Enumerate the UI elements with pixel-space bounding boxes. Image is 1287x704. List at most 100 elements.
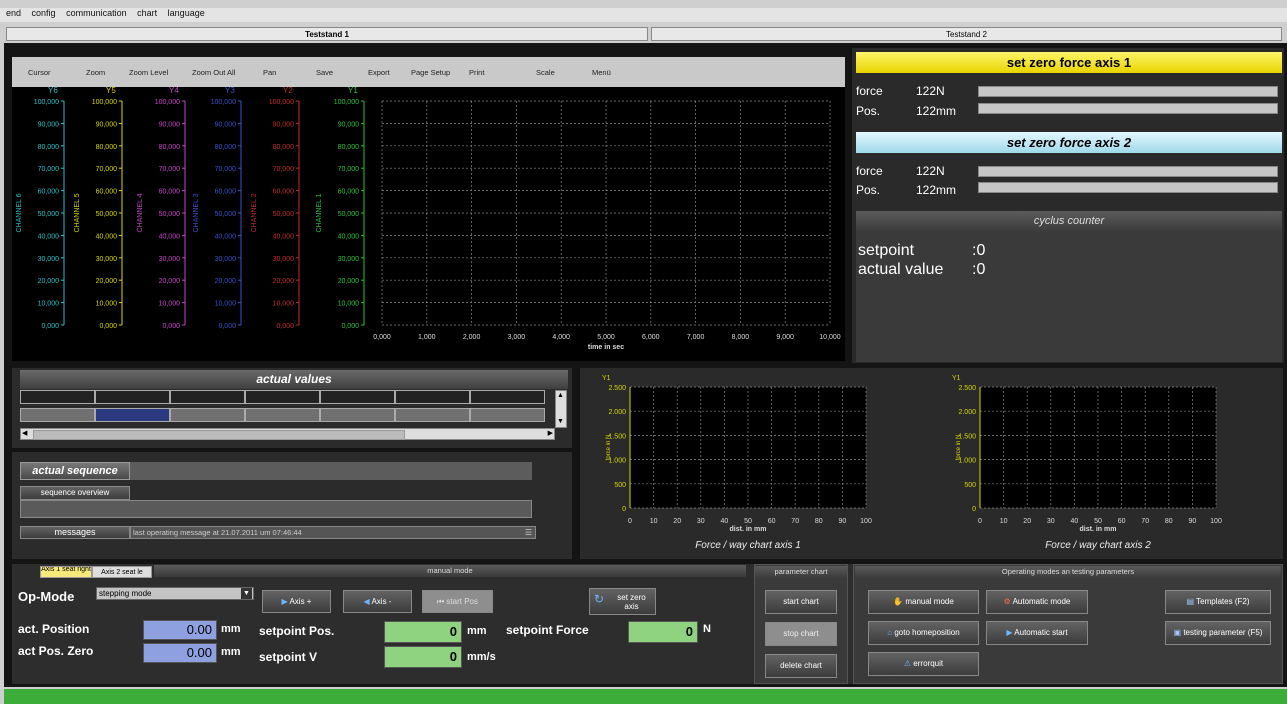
fw-x-tick-label: 0 xyxy=(628,518,632,525)
manual-mode-button[interactable]: ✋ manual mode xyxy=(868,590,979,614)
manual-mode-label: manual mode xyxy=(905,597,954,606)
act-position-unit: mm xyxy=(221,623,241,635)
grid-cell[interactable] xyxy=(470,390,545,404)
sequence-overview-button[interactable]: sequence overview xyxy=(20,486,130,500)
toolbar-export[interactable]: Export xyxy=(368,68,390,77)
scroll-up-icon[interactable]: ▲ xyxy=(557,392,564,400)
grid-cell[interactable] xyxy=(20,408,95,422)
grid-cell[interactable] xyxy=(245,408,320,422)
stop-chart-button[interactable]: stop chart xyxy=(765,622,837,646)
scroll-down-icon[interactable]: ▼ xyxy=(557,418,564,426)
automatic-start-button[interactable]: ▶ Automatic start xyxy=(986,621,1088,645)
messages-button[interactable]: messages xyxy=(20,526,130,539)
toolbar-page-setup[interactable]: Page Setup xyxy=(411,68,450,77)
grid-cell[interactable] xyxy=(245,390,320,404)
goto-homeposition-button[interactable]: ⌂ goto homeposition xyxy=(868,621,979,645)
setpoint-value: :0 xyxy=(972,242,986,259)
channel-label: CHANNEL 3 xyxy=(193,193,200,232)
force-way-chart-2[interactable]: Y1 2.500 2.000 1.500 1.000 500 0 0 10 20 30 40 50 60 7… xyxy=(930,368,1280,559)
menu-end[interactable]: end xyxy=(6,8,21,18)
toolbar-save[interactable]: Save xyxy=(316,68,333,77)
scroll-right-icon[interactable]: ▶ xyxy=(548,429,553,439)
channel-label: CHANNEL 1 xyxy=(316,193,323,232)
grid-cell[interactable] xyxy=(170,408,245,422)
y-tick-label: 40,000 xyxy=(273,233,295,240)
toolbar-zoom-out-all[interactable]: Zoom Out All xyxy=(192,68,235,77)
y-tick-label: 80,000 xyxy=(96,144,118,151)
tab-teststand-2[interactable]: Teststand 2 xyxy=(651,27,1282,41)
set-zero-axis-button[interactable]: ↻ set zero axis xyxy=(589,588,656,615)
grid-cell[interactable] xyxy=(20,390,95,404)
y-tick-label: 0,000 xyxy=(162,323,180,330)
scroll-left-icon[interactable]: ◀ xyxy=(22,429,27,439)
grid-cell[interactable] xyxy=(320,390,395,404)
grid-cell-selected[interactable] xyxy=(95,408,170,422)
fw-y-axis-title: force in N xyxy=(606,435,612,461)
list-icon[interactable]: ☰ xyxy=(525,527,532,538)
set-zero-force-axis-2-button[interactable]: set zero force axis 2 xyxy=(856,132,1282,153)
x-tick-label: 1,000 xyxy=(418,334,436,341)
start-pos-button[interactable]: ⏮ start Pos xyxy=(422,590,493,613)
scroll-thumb[interactable] xyxy=(33,430,405,440)
actual-values-header: actual values xyxy=(20,370,568,389)
y-tick-label: 90,000 xyxy=(338,121,360,128)
fw-y-tick-label: 500 xyxy=(964,482,976,489)
menu-language[interactable]: language xyxy=(168,8,205,18)
grid-cell[interactable] xyxy=(95,390,170,404)
menu-communication[interactable]: communication xyxy=(66,8,127,18)
y-tick-label: 90,000 xyxy=(38,121,60,128)
toolbar-scale[interactable]: Scale xyxy=(536,68,555,77)
fw-x-tick-label: 30 xyxy=(1047,518,1055,525)
y-tick-label: 40,000 xyxy=(159,233,181,240)
grid-cell[interactable] xyxy=(470,408,545,422)
start-chart-button[interactable]: start chart xyxy=(765,590,837,614)
toolbar-menu[interactable]: Menü xyxy=(592,68,611,77)
setpoint-force-input[interactable]: 0 xyxy=(628,621,698,643)
toolbar-cursor[interactable]: Cursor xyxy=(28,68,51,77)
vertical-scrollbar[interactable]: ▲ ▼ xyxy=(555,390,567,428)
axis-minus-button[interactable]: ◀ Axis - xyxy=(343,590,412,613)
tab-axis-1[interactable]: Axis 1 seat right xyxy=(40,566,92,578)
horizontal-scrollbar[interactable]: ◀ ▶ xyxy=(20,428,555,440)
axis-y1-label: Y1 xyxy=(348,87,358,95)
toolbar-pan[interactable]: Pan xyxy=(263,68,276,77)
toolbar-zoom[interactable]: Zoom xyxy=(86,68,105,77)
menu-chart[interactable]: chart xyxy=(137,8,157,18)
axis-plus-button[interactable]: ▶ Axis + xyxy=(262,590,331,613)
tab-teststand-1[interactable]: Teststand 1 xyxy=(6,27,648,41)
grid-cell[interactable] xyxy=(395,390,470,404)
y-tick-label: 20,000 xyxy=(38,278,60,285)
grid-cell[interactable] xyxy=(320,408,395,422)
grid-cell[interactable] xyxy=(395,408,470,422)
automatic-mode-button[interactable]: ⚙ Automatic mode xyxy=(986,590,1088,614)
goto-homeposition-label: goto homeposition xyxy=(894,628,960,637)
errorquit-button[interactable]: ⚠ errorquit xyxy=(868,652,979,676)
axis2-force-bar xyxy=(978,166,1278,177)
set-zero-force-axis-1-button[interactable]: set zero force axis 1 xyxy=(856,52,1282,73)
y-tick-label: 10,000 xyxy=(159,301,181,308)
y-tick-label: 50,000 xyxy=(215,211,237,218)
menu-config[interactable]: config xyxy=(32,8,56,18)
axis-y4-label: Y4 xyxy=(169,87,179,95)
main-chart[interactable]: Y6 100,000 90,000 80,000 70,000 60,000 50,000 4… xyxy=(12,86,845,361)
start-pos-label: start Pos xyxy=(446,597,478,606)
fw-x-tick-label: 60 xyxy=(1118,518,1126,525)
setpoint-v-input[interactable]: 0 xyxy=(384,646,462,668)
y-tick-label: 30,000 xyxy=(159,256,181,263)
y-tick-label: 60,000 xyxy=(159,189,181,196)
y-tick-label: 40,000 xyxy=(338,233,360,240)
toolbar-print[interactable]: Print xyxy=(469,68,484,77)
x-tick-label: 5,000 xyxy=(597,334,615,341)
grid-cell[interactable] xyxy=(170,390,245,404)
setpoint-pos-input[interactable]: 0 xyxy=(384,621,462,643)
y-tick-label: 40,000 xyxy=(215,233,237,240)
delete-chart-button[interactable]: delete chart xyxy=(765,654,837,678)
setpoint-pos-label: setpoint Pos. xyxy=(259,624,335,638)
tab-axis-2[interactable]: Axis 2 seat le xyxy=(92,566,152,578)
templates-button[interactable]: ▤ Templates (F2) xyxy=(1165,590,1271,614)
testing-parameter-button[interactable]: ▣ testing parameter (F5) xyxy=(1165,621,1271,645)
toolbar-zoom-level[interactable]: Zoom Level xyxy=(129,68,168,77)
force-way-chart-1[interactable]: Y1 2.500 2.000 1.500 1.000 500 0 0 10 20 30 40 50 60 7… xyxy=(580,368,930,559)
chevron-down-icon[interactable]: ▼ xyxy=(241,588,252,599)
op-mode-select[interactable]: stepping mode ▼ xyxy=(96,587,254,600)
